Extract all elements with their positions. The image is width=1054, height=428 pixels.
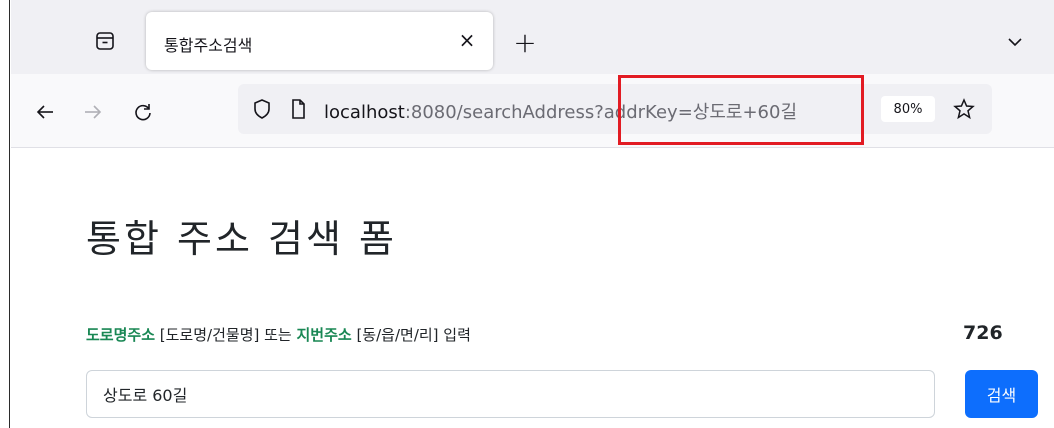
result-count: 726	[963, 322, 1003, 344]
url-path: :8080/searchAddress?addrKey=상도로+60길	[404, 102, 798, 123]
back-arrow-icon[interactable]	[29, 96, 61, 128]
url-host: localhost	[324, 102, 405, 123]
star-icon[interactable]	[950, 95, 978, 123]
address-search-input[interactable]	[86, 370, 935, 418]
instruction-text-2: [동/읍/면/리] 입력	[351, 326, 471, 344]
page-title: 통합 주소 검색 폼	[86, 217, 397, 261]
lot-address-label: 지번주소	[296, 326, 352, 344]
chevron-down-icon[interactable]	[1001, 28, 1029, 56]
url-text[interactable]: localhost:8080/searchAddress?addrKey=상도로…	[324, 98, 797, 124]
search-instruction: 도로명주소 [도로명/건물명] 또는 지번주소 [동/읍/면/리] 입력	[86, 324, 471, 345]
plus-icon[interactable]: +	[511, 26, 539, 59]
active-tab[interactable]: 통합주소검색 ×	[146, 12, 493, 70]
instruction-text-1: [도로명/건물명] 또는	[155, 326, 297, 344]
reload-icon[interactable]	[127, 96, 159, 128]
zoom-level-badge[interactable]: 80%	[881, 96, 935, 122]
window-edge	[0, 0, 10, 428]
tab-title: 통합주소검색	[164, 36, 253, 55]
tab-list-icon[interactable]	[91, 27, 119, 55]
forward-arrow-icon[interactable]	[77, 96, 109, 128]
url-bar[interactable]: localhost:8080/searchAddress?addrKey=상도로…	[238, 84, 992, 134]
search-button[interactable]: 검색	[965, 370, 1038, 418]
shield-icon[interactable]	[250, 97, 274, 121]
tab-bar: 통합주소검색 × +	[11, 0, 1054, 74]
navigation-bar: localhost:8080/searchAddress?addrKey=상도로…	[11, 74, 1054, 148]
road-address-label: 도로명주소	[86, 326, 156, 344]
close-icon[interactable]: ×	[455, 28, 479, 52]
page-icon[interactable]	[286, 97, 310, 121]
